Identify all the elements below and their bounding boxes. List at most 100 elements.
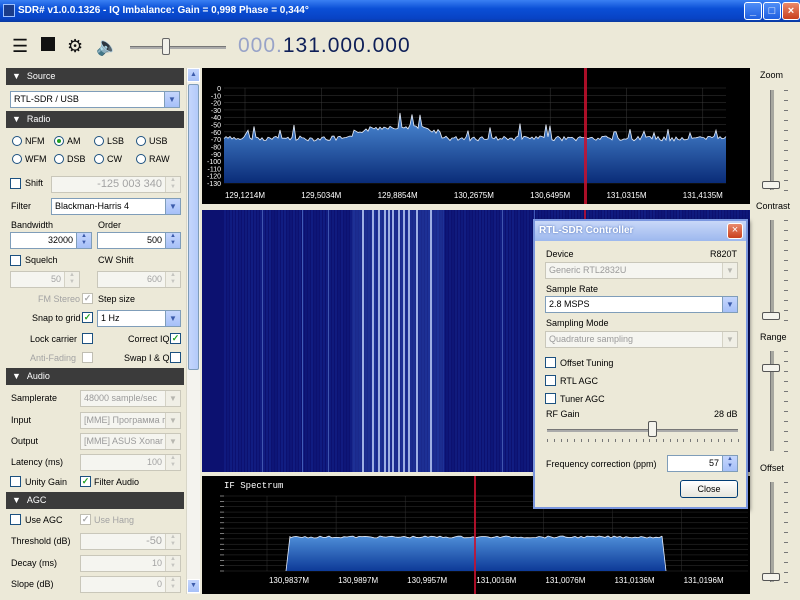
rfgain-slider[interactable] bbox=[547, 429, 738, 432]
mode-radio-raw[interactable] bbox=[136, 154, 146, 164]
dlg-samplerate-select[interactable]: 2.8 MSPS ▼ bbox=[545, 296, 738, 313]
latency-input[interactable]: 100 ▲ ▼ bbox=[80, 454, 181, 471]
spinner-icon[interactable]: ▲ ▼ bbox=[165, 455, 180, 470]
mode-radio-nfm[interactable] bbox=[12, 136, 22, 146]
samplingmode-select[interactable]: Quadrature sampling ▼ bbox=[545, 331, 738, 348]
spinner-icon[interactable]: ▲ ▼ bbox=[165, 534, 180, 549]
audio-section-header[interactable]: ▼ Audio bbox=[6, 368, 184, 385]
maximize-button[interactable]: □ bbox=[763, 2, 781, 20]
spinner-icon[interactable]: ▲ ▼ bbox=[165, 177, 180, 192]
filteraudio-checkbox[interactable]: ✓ bbox=[80, 476, 91, 487]
stop-icon[interactable] bbox=[41, 37, 55, 51]
contrast-slider[interactable] bbox=[770, 220, 774, 320]
radio-section-header[interactable]: ▼ Radio bbox=[6, 111, 184, 128]
frequency-display[interactable]: 000.131.000.000 bbox=[238, 34, 411, 58]
unitygain-checkbox[interactable] bbox=[10, 476, 21, 487]
menu-icon[interactable]: ☰ bbox=[12, 36, 28, 56]
stepsize-value: 1 Hz bbox=[101, 313, 120, 323]
minimize-button[interactable]: _ bbox=[744, 2, 762, 20]
mode-radio-dsb[interactable] bbox=[54, 154, 64, 164]
tuner-agc-checkbox[interactable] bbox=[545, 393, 556, 404]
useagc-checkbox[interactable] bbox=[10, 514, 21, 525]
spinner-icon[interactable]: ▲ ▼ bbox=[165, 233, 180, 248]
spinner-icon[interactable]: ▲ ▼ bbox=[165, 556, 180, 571]
contrast-thumb[interactable] bbox=[762, 312, 780, 320]
rtl-agc-label: RTL AGC bbox=[560, 376, 599, 386]
device-value: Generic RTL2832U bbox=[549, 265, 627, 275]
offset-thumb[interactable] bbox=[762, 573, 780, 581]
scroll-down-icon[interactable]: ▼ bbox=[187, 579, 200, 593]
spinner-icon[interactable]: ▲ ▼ bbox=[64, 272, 79, 287]
rfgain-tick bbox=[635, 439, 637, 442]
spectrum-analyzer[interactable]: 0 -10 -20 -30 -40 -50 -60 -70 -80 -90 -100 -110 -120… bbox=[202, 68, 750, 204]
source-device-select[interactable]: RTL-SDR / USB ▼ bbox=[10, 91, 180, 108]
gear-icon[interactable]: ⚙ bbox=[67, 36, 83, 56]
rfgain-tick bbox=[662, 439, 664, 442]
close-button[interactable]: × bbox=[782, 2, 800, 20]
mode-radio-lsb[interactable] bbox=[94, 136, 104, 146]
waterfall-column bbox=[350, 210, 352, 472]
mode-radio-cw[interactable] bbox=[94, 154, 104, 164]
spinner-icon[interactable]: ▲ ▼ bbox=[722, 456, 737, 471]
correctiq-checkbox[interactable]: ✓ bbox=[170, 333, 181, 344]
zoom-thumb[interactable] bbox=[762, 181, 780, 189]
samplerate-select[interactable]: 48000 sample/sec ▼ bbox=[80, 390, 181, 407]
bandwidth-input[interactable]: 32000 ▲ ▼ bbox=[10, 232, 92, 249]
snap-checkbox[interactable]: ✓ bbox=[82, 312, 93, 323]
agc-section-header[interactable]: ▼ AGC bbox=[6, 492, 184, 509]
device-select[interactable]: Generic RTL2832U ▼ bbox=[545, 262, 738, 279]
input-select[interactable]: [MME] Программа пе ▼ bbox=[80, 412, 181, 429]
scroll-thumb[interactable] bbox=[188, 84, 199, 370]
shift-checkbox[interactable] bbox=[10, 178, 21, 189]
spinner-icon[interactable]: ▲ ▼ bbox=[165, 272, 180, 287]
spectrum-x-tick: 129,5034M bbox=[301, 191, 341, 200]
zoom-slider[interactable] bbox=[770, 90, 774, 190]
slider-tick bbox=[784, 371, 788, 372]
speaker-icon[interactable]: 🔈 bbox=[96, 36, 118, 56]
cwshift-input[interactable]: 600 ▲ ▼ bbox=[97, 271, 181, 288]
slider-tick bbox=[784, 170, 788, 171]
spinner-icon[interactable]: ▲ ▼ bbox=[76, 233, 91, 248]
slope-input[interactable]: 0 ▲ ▼ bbox=[80, 576, 181, 593]
output-select[interactable]: [MME] ASUS Xonar D ▼ bbox=[80, 433, 181, 450]
waterfall-column bbox=[248, 210, 250, 472]
waterfall-column bbox=[455, 210, 457, 472]
offset-slider[interactable] bbox=[770, 482, 774, 582]
decay-input[interactable]: 10 ▲ ▼ bbox=[80, 555, 181, 572]
order-input[interactable]: 500 ▲ ▼ bbox=[97, 232, 181, 249]
volume-slider[interactable] bbox=[130, 46, 226, 49]
lockcarrier-checkbox[interactable] bbox=[82, 333, 93, 344]
slider-tick bbox=[784, 190, 788, 191]
dialog-title-bar[interactable]: RTL-SDR Controller bbox=[535, 221, 746, 241]
rfgain-thumb[interactable] bbox=[648, 421, 658, 437]
spinner-icon[interactable]: ▲ ▼ bbox=[165, 577, 180, 592]
filter-select[interactable]: Blackman-Harris 4 ▼ bbox=[51, 198, 181, 215]
mode-radio-am[interactable] bbox=[54, 136, 64, 146]
mode-radio-usb[interactable] bbox=[136, 136, 146, 146]
range-thumb[interactable] bbox=[762, 364, 780, 372]
slider-tick bbox=[784, 150, 788, 151]
dialog-close-icon[interactable]: × bbox=[727, 223, 743, 239]
mode-radio-wfm[interactable] bbox=[12, 154, 22, 164]
threshold-input[interactable]: -50 ▲ ▼ bbox=[80, 533, 181, 550]
shift-input[interactable]: -125 003 340 ▲ ▼ bbox=[51, 176, 181, 193]
fmstereo-checkbox[interactable]: ✓ bbox=[82, 293, 93, 304]
antifading-checkbox[interactable] bbox=[82, 352, 93, 363]
rtl-agc-checkbox[interactable] bbox=[545, 375, 556, 386]
scroll-up-icon[interactable]: ▲ bbox=[187, 68, 200, 82]
squelch-checkbox[interactable] bbox=[10, 255, 21, 266]
waterfall-signal-line bbox=[262, 210, 263, 472]
waterfall-signal-line bbox=[392, 210, 394, 472]
source-section-header[interactable]: ▼ Source bbox=[6, 68, 184, 85]
volume-thumb[interactable] bbox=[162, 38, 170, 55]
waterfall-column bbox=[329, 210, 331, 472]
usehang-checkbox[interactable]: ✓ bbox=[80, 514, 91, 525]
sidebar-scrollbar[interactable]: ▲ ▼ bbox=[186, 68, 200, 594]
squelch-input[interactable]: 50 ▲ ▼ bbox=[10, 271, 80, 288]
swapiq-checkbox[interactable] bbox=[170, 352, 181, 363]
offset-tuning-checkbox[interactable] bbox=[545, 357, 556, 368]
slider-tick bbox=[784, 441, 788, 442]
freqcorr-input[interactable]: 57 ▲ ▼ bbox=[667, 455, 738, 472]
dialog-close-button[interactable]: Close bbox=[680, 480, 738, 498]
stepsize-select[interactable]: 1 Hz ▼ bbox=[97, 310, 181, 327]
